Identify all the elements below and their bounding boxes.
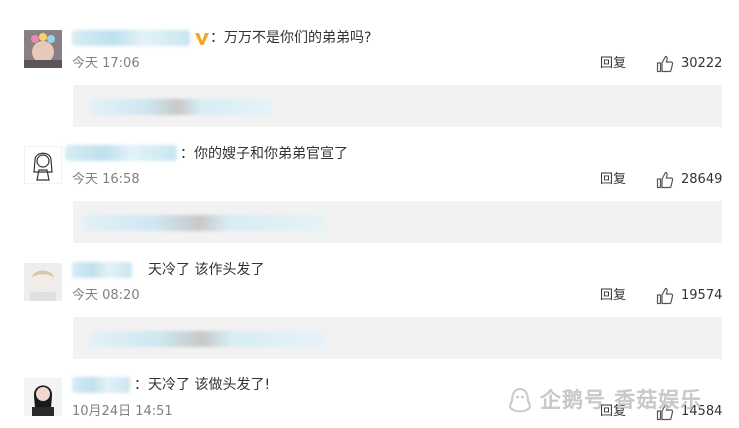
username-blurred[interactable] — [72, 262, 132, 278]
comment-time: 今天 08:20 — [72, 288, 140, 303]
thumbs-up-icon — [656, 55, 674, 73]
reply-preview[interactable] — [73, 201, 722, 243]
avatar[interactable] — [24, 378, 62, 416]
watermark-text: 企鹅号 香菇娱乐 — [540, 388, 703, 412]
avatar[interactable] — [24, 30, 62, 68]
reply-preview-blurred — [91, 99, 273, 115]
avatar[interactable] — [24, 146, 62, 184]
like-button[interactable]: 30222 — [656, 55, 726, 73]
thumbs-up-icon — [656, 171, 674, 189]
avatar[interactable] — [24, 263, 62, 301]
comment-time: 今天 16:58 — [72, 172, 140, 187]
like-button[interactable]: 19574 — [656, 287, 726, 305]
comment-text: ：万万不是你们的弟弟吗? — [210, 30, 372, 46]
verified-v-icon — [194, 31, 210, 47]
username-blurred[interactable] — [65, 145, 177, 161]
comment-time: 今天 17:06 — [72, 56, 140, 71]
reply-preview-blurred — [83, 215, 325, 231]
username-blurred[interactable] — [72, 30, 190, 46]
reply-button[interactable]: 回复 — [600, 172, 626, 188]
like-button[interactable]: 28649 — [656, 171, 726, 189]
reply-preview-blurred — [89, 331, 325, 347]
comment-text: ：你的嫂子和你弟弟官宣了 — [180, 146, 348, 162]
reply-button[interactable]: 回复 — [600, 288, 626, 304]
like-count: 28649 — [681, 172, 723, 187]
reply-preview[interactable] — [73, 85, 722, 127]
comment-text: 天冷了 该作头发了 — [148, 262, 265, 278]
penguin-icon — [508, 387, 532, 422]
thumbs-up-icon — [656, 287, 674, 305]
like-count: 30222 — [681, 56, 723, 71]
comment-time: 10月24日 14:51 — [72, 404, 173, 419]
reply-button[interactable]: 回复 — [600, 56, 626, 72]
username-blurred[interactable] — [72, 377, 130, 393]
like-count: 19574 — [681, 288, 723, 303]
comment-text: ：天冷了 该做头发了! — [134, 377, 271, 393]
reply-preview[interactable] — [73, 317, 722, 359]
